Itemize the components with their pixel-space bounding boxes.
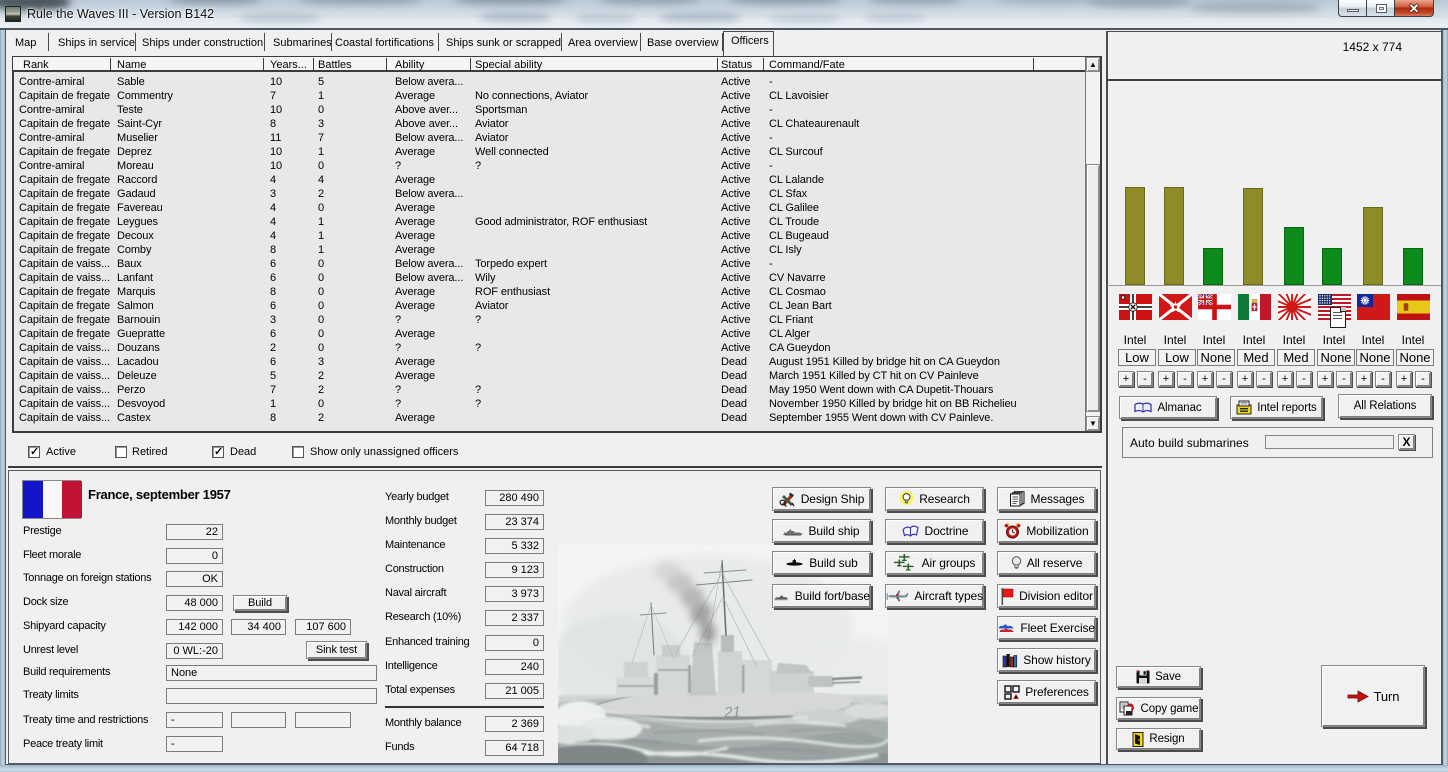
svg-text:21: 21 [723,704,741,722]
